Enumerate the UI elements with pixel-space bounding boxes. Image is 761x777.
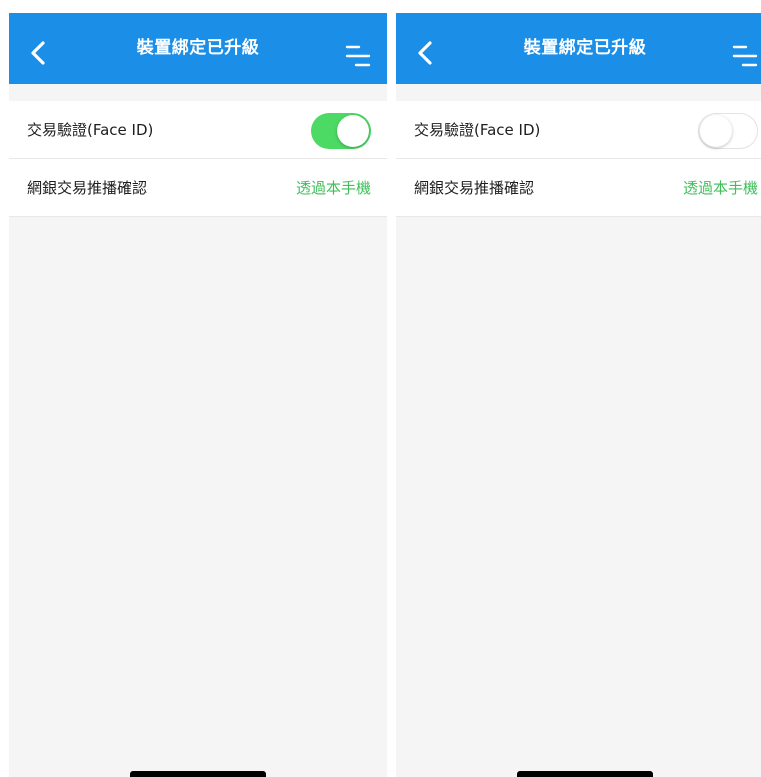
- push-confirm-row[interactable]: 網銀交易推播確認 透過本手機: [9, 159, 387, 217]
- home-indicator: [130, 771, 266, 777]
- nav-bar: 裝置綁定已升級: [396, 13, 761, 84]
- section-spacer: [396, 84, 761, 101]
- menu-button[interactable]: [730, 41, 760, 71]
- push-confirm-value[interactable]: 透過本手機: [296, 159, 371, 217]
- page-title: 裝置綁定已升級: [523, 38, 647, 58]
- push-confirm-label: 網銀交易推播確認: [27, 179, 148, 197]
- face-id-row: 交易驗證(Face ID): [9, 101, 387, 159]
- toggle-knob: [700, 114, 732, 147]
- menu-lines-icon: [732, 45, 758, 67]
- face-id-label: 交易驗證(Face ID): [414, 121, 541, 139]
- push-confirm-label: 網銀交易推播確認: [414, 179, 535, 197]
- face-id-label: 交易驗證(Face ID): [27, 121, 154, 139]
- face-id-toggle[interactable]: [311, 113, 371, 149]
- push-confirm-row[interactable]: 網銀交易推播確認 透過本手機: [396, 159, 761, 217]
- push-confirm-value[interactable]: 透過本手機: [683, 159, 758, 217]
- section-spacer: [9, 84, 387, 101]
- phone-screen-toggle-off: 裝置綁定已升級 交易驗證(Face ID) 網銀交易推播確認 透過本手機: [396, 13, 761, 777]
- menu-lines-icon: [345, 45, 371, 67]
- menu-button[interactable]: [343, 41, 373, 71]
- page-title: 裝置綁定已升級: [136, 38, 260, 58]
- face-id-toggle[interactable]: [698, 113, 758, 149]
- home-indicator: [517, 771, 653, 777]
- face-id-row: 交易驗證(Face ID): [396, 101, 761, 159]
- phone-screen-toggle-on: 裝置綁定已升級 交易驗證(Face ID) 網銀交易推播確認 透過本手機: [9, 13, 387, 777]
- nav-bar: 裝置綁定已升級: [9, 13, 387, 84]
- toggle-knob: [337, 115, 369, 147]
